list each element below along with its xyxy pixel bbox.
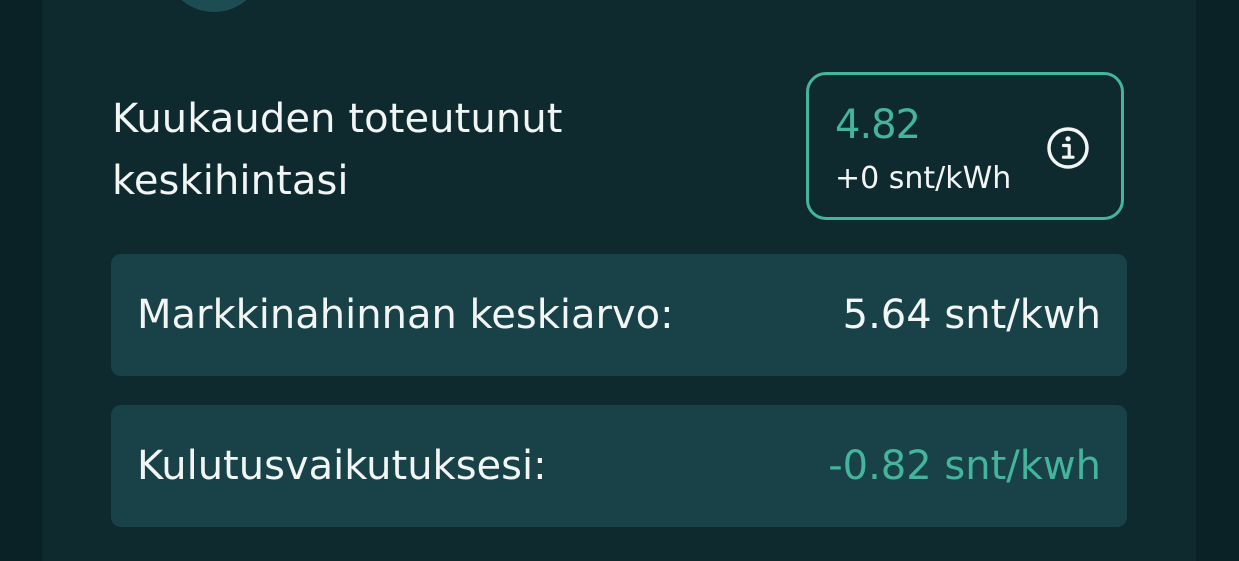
market-average-row: Markkinahinnan keskiarvo: 5.64 snt/kwh xyxy=(111,254,1127,376)
market-average-value: 5.64 snt/kwh xyxy=(842,292,1101,338)
info-icon[interactable] xyxy=(1045,125,1091,171)
monthly-average-price-change: +0 snt/kWh xyxy=(835,161,1012,196)
consumption-impact-row: Kulutusvaikutuksesi: -0.82 snt/kwh xyxy=(111,405,1127,527)
consumption-impact-label: Kulutusvaikutuksesi: xyxy=(137,443,547,489)
monthly-average-price-box: 4.82 +0 snt/kWh xyxy=(806,72,1124,220)
monthly-average-title: Kuukauden toteutunut keskihintasi xyxy=(112,96,563,204)
monthly-average-price-value: 4.82 xyxy=(835,102,921,148)
market-average-label: Markkinahinnan keskiarvo: xyxy=(137,292,674,338)
consumption-impact-value: -0.82 snt/kwh xyxy=(828,443,1101,489)
avatar xyxy=(164,0,264,12)
